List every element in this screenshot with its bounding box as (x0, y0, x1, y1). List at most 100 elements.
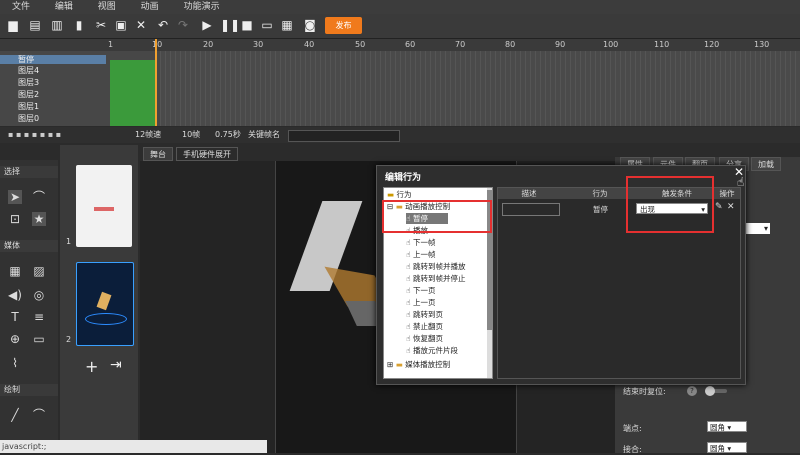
layer-tools-icon[interactable]: ▪ ▪ ▪ ▪ ▪ ▪ ▪ (8, 127, 61, 143)
line-tool-icon[interactable]: ╱ (8, 408, 22, 422)
join-select[interactable]: 圆角 ▾ (707, 442, 747, 453)
endpoint-select[interactable]: 圆角 ▾ (707, 421, 747, 432)
chart-icon[interactable]: ⌇ (8, 356, 22, 370)
code-icon[interactable]: ▭ (32, 332, 46, 346)
tree-item[interactable]: ☝ 跳转到页 (406, 309, 443, 320)
layer-row-selected[interactable]: 暂停 (0, 55, 106, 64)
toggle-knob (705, 386, 715, 396)
menu-view[interactable]: 视图 (98, 0, 116, 14)
delete-row-icon[interactable]: ✕ (727, 202, 735, 212)
tree-item[interactable]: ☝ 恢复翻页 (406, 333, 443, 344)
layer-row[interactable]: 图层3 (0, 78, 106, 87)
undo-icon[interactable]: ↶ (156, 18, 170, 32)
tree-item[interactable]: ☝ 下一帧 (406, 237, 435, 248)
settings-icon[interactable]: ◙ (303, 18, 317, 32)
open-file-icon[interactable]: ▤ (28, 18, 42, 32)
redo-icon[interactable]: ↷ (176, 18, 190, 32)
menu-file[interactable]: 文件 (12, 0, 30, 14)
tree-item[interactable]: ☝ 禁止翻页 (406, 321, 443, 332)
paste-icon[interactable]: ▣ (114, 18, 128, 32)
reset-label: 结束时复位: (623, 387, 666, 396)
playhead[interactable] (155, 39, 157, 126)
seconds-label: 0.75秒 (215, 130, 241, 139)
folder-icon: ▬ (395, 360, 403, 369)
timeline-status: ▪ ▪ ▪ ▪ ▪ ▪ ▪ 12帧速 10帧 0.75秒 关键帧名 (0, 127, 800, 143)
arrow-tool-icon[interactable]: ➤ (8, 190, 22, 204)
text-icon[interactable]: T (8, 310, 22, 324)
star-tool-icon[interactable]: ★ (32, 212, 46, 226)
canvas-tabs: 舞台 手机硬件展开 (140, 147, 620, 161)
image-icon[interactable]: ▨ (32, 264, 46, 278)
cut-icon[interactable]: ✂ (94, 18, 108, 32)
status-bar: javascript:; (0, 440, 267, 453)
tab-load[interactable]: 加载 (751, 157, 781, 171)
paragraph-icon[interactable]: ≡ (32, 310, 46, 324)
menu-animation[interactable]: 动画 (141, 0, 159, 14)
join-label: 接合: (623, 445, 642, 454)
tree-item[interactable]: ☝ 上一帧 (406, 249, 435, 260)
stop-icon[interactable]: ■ (240, 18, 254, 32)
toolbar: ▆ ▤ ▥ ▮ ✂ ▣ ✕ ↶ ↷ ▶ ❚❚ ■ ▭ ▦ ◙ 发布 (0, 14, 800, 39)
row-behavior: 暂停 (593, 205, 608, 214)
ruler-tick: 70 (455, 40, 466, 49)
edit-icon[interactable]: ✎ (715, 202, 723, 212)
thumb-phone (96, 291, 112, 311)
tab-stage[interactable]: 舞台 (143, 147, 173, 161)
hand-icon: ☝ (406, 346, 411, 355)
frame-count: 10帧 (182, 130, 201, 139)
tree-item[interactable]: ☝ 跳转到帧并播放 (406, 261, 465, 272)
page-number: 2 (66, 335, 72, 344)
pause-icon[interactable]: ❚❚ (220, 18, 240, 32)
tab-phone-expand[interactable]: 手机硬件展开 (176, 147, 238, 161)
media-header: 媒体 (0, 240, 58, 252)
grid-icon[interactable]: ▦ (8, 264, 22, 278)
tree-item[interactable]: ☝ 下一页 (406, 285, 435, 296)
keyframe-span[interactable] (110, 60, 157, 126)
link-icon[interactable]: ⊕ (8, 332, 22, 346)
tree-root[interactable]: ▬ 行为 (387, 189, 411, 200)
draw-header: 绘制 (0, 384, 58, 396)
highlight-animation-group (382, 200, 492, 233)
layer-row[interactable]: 图层1 (0, 102, 106, 111)
audio-icon[interactable]: ◀) (8, 288, 22, 302)
save-icon[interactable]: ▥ (50, 18, 64, 32)
publish-button[interactable]: 发布 (325, 17, 362, 34)
expand-icon[interactable]: ⊞ (387, 360, 393, 369)
tree-item[interactable]: ☝ 跳转到帧并停止 (406, 273, 465, 284)
qrcode-icon[interactable]: ▦ (280, 18, 294, 32)
layer-row[interactable]: 图层4 (0, 66, 106, 75)
delete-icon[interactable]: ▮ (72, 18, 86, 32)
preview-icon[interactable]: ▭ (260, 18, 274, 32)
add-page-icon[interactable]: + (85, 357, 98, 376)
page-thumb-1[interactable] (76, 165, 132, 247)
thumb-ring (85, 313, 127, 325)
new-file-icon[interactable]: ▆ (6, 18, 20, 32)
keyframe-name-label: 关键帧名 (248, 130, 280, 139)
page-thumb-2[interactable] (76, 262, 134, 346)
help-icon[interactable]: ? (687, 386, 697, 396)
tree-group-media[interactable]: ⊞ ▬ 媒体播放控制 (387, 359, 450, 370)
transform-tool-icon[interactable]: ⊡ (8, 212, 22, 226)
video-icon[interactable]: ◎ (32, 288, 46, 302)
subselect-tool-icon[interactable]: ⌒ (32, 190, 46, 204)
tree-item[interactable]: ☝ 播放元件片段 (406, 345, 458, 356)
ruler-tick: 120 (704, 40, 720, 49)
play-icon[interactable]: ▶ (200, 18, 214, 32)
close-icon[interactable]: ✕ (134, 18, 148, 32)
highlight-trigger (626, 176, 714, 233)
frame-grid[interactable] (160, 51, 800, 126)
menu-demo[interactable]: 功能演示 (184, 0, 220, 14)
menu-edit[interactable]: 编辑 (55, 0, 73, 14)
curve-tool-icon[interactable]: ⌒ (32, 408, 46, 422)
description-input[interactable] (502, 203, 560, 216)
timeline-ruler: 1 10 20 30 40 50 60 70 80 90 100 110 120… (0, 39, 800, 51)
fps-label: 12帧速 (135, 130, 162, 139)
ruler-tick: 110 (654, 40, 670, 49)
layer-row[interactable]: 图层0 (0, 114, 106, 123)
keyframe-name-input[interactable] (288, 130, 400, 142)
insert-page-icon[interactable]: ⇥ (110, 357, 122, 373)
tree-item[interactable]: ☝ 上一页 (406, 297, 435, 308)
layer-row[interactable]: 图层2 (0, 90, 106, 99)
ruler-tick: 100 (603, 40, 619, 49)
col-actions: 操作 (714, 188, 741, 199)
